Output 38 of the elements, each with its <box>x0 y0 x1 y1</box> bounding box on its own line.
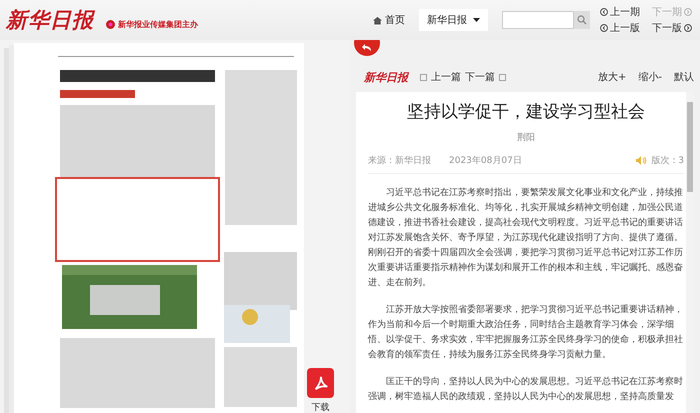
download-label[interactable]: 下载 <box>312 401 330 413</box>
source-text: 来源：新华日报 <box>368 154 431 167</box>
previous-article-link[interactable]: 上一篇 <box>431 70 461 84</box>
home-link[interactable]: 首页 <box>373 13 405 27</box>
right-arrow-icon <box>684 24 692 32</box>
page-nav-link[interactable]: 上一版 <box>600 21 640 35</box>
author-name: 荆阳 <box>516 132 536 144</box>
speaker-icon[interactable] <box>636 156 648 165</box>
article-paragraph: 习近平总书记在江苏考察时指出，要繁荣发展文化事业和文化产业，持续推进城乡公共文化服务标准化、均等化，扎实开展城乡精神文明创建，加强公民道德建设，推进书香社会建设，提高社会现代文明程度。习近平总书记的重要讲话对江苏发展饱含关怀、寄予厚望，为江苏现代化建设指明了方向、提供了遵循。刚刚召开的省委十四届四次全会强调，要把学习贯彻习近平总书记对江苏工作历次重要讲话重要指示精神作为谋划和展开工作的根本和主线，牢记嘱托、感恩奋进、走在前列。 <box>368 186 684 290</box>
square-icon <box>420 74 427 80</box>
article-paragraph: 江苏开放大学按照省委部署要求，把学习贯彻习近平总书记重要讲话精神，作为当前和今后一个时期重大政治任务，同时结合主题教育学习体会，深学细悟、以学促干、务求实效，牢牢把握服务江苏全民终身学习的使命，积极承担社会教育的领军责任，持续为服务江苏全民终身学习贡献力量。 <box>368 303 684 362</box>
newspaper-logo: 新华日报 <box>364 70 408 84</box>
square-icon <box>499 74 506 80</box>
search-icon <box>577 15 587 25</box>
edition-dropdown[interactable]: 新华日报 <box>419 9 488 31</box>
zoom-link[interactable]: 默认 <box>674 70 694 84</box>
zoom-link[interactable]: 缩小- <box>638 70 662 84</box>
pdf-button[interactable] <box>307 368 334 398</box>
article-title: 坚持以学促干，建设学习型社会 <box>406 101 646 123</box>
date-text: 2023年08月07日 <box>449 154 522 167</box>
article-paragraph: 匡正干的导向，坚持以人民为中心的发展思想。习近平总书记在江苏考察时强调，树牢造福人民的政绩观，坚持以人民为中心的发展思想，坚持高质量发 <box>368 376 684 404</box>
back-arrow-icon <box>362 44 372 52</box>
page-nav-link[interactable]: 上一期 <box>600 5 640 19</box>
left-arrow-icon <box>600 8 608 16</box>
search-field[interactable] <box>502 11 574 29</box>
publisher-text: 新华报业传媒集团主办 <box>118 18 198 30</box>
home-icon <box>373 16 382 24</box>
right-arrow-icon <box>684 8 692 16</box>
left-arrow-icon <box>600 24 608 32</box>
caret-icon <box>473 18 480 22</box>
edition-text: 版次：3 <box>651 154 684 167</box>
newspaper-logo: 新华日报 <box>6 6 94 34</box>
zoom-link[interactable]: 放大+ <box>598 70 626 84</box>
next-article-link[interactable]: 下一篇 <box>465 70 495 84</box>
page-nav-link[interactable]: 下一版 <box>652 21 692 35</box>
highlight-frame[interactable] <box>55 177 220 262</box>
search-button[interactable] <box>574 11 590 29</box>
emblem-icon <box>106 20 115 28</box>
